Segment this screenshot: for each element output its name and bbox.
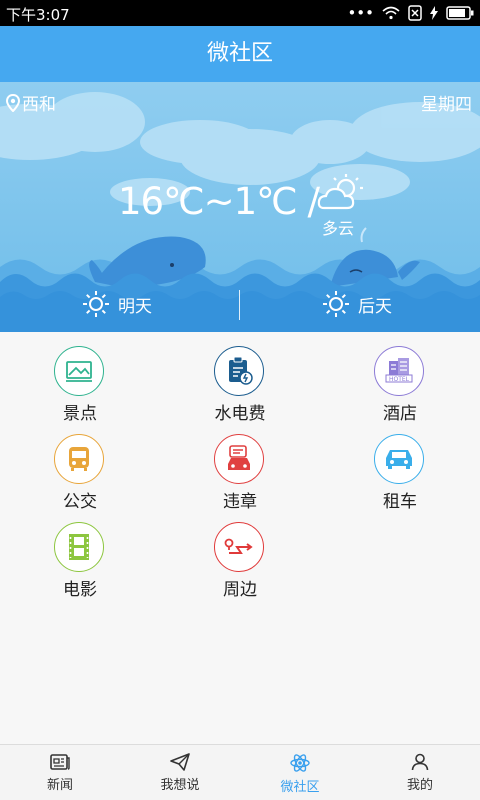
forecast-day-after[interactable]: 后天 <box>322 290 392 318</box>
nearby-icon <box>214 522 264 572</box>
violation-icon <box>214 434 264 484</box>
nav-community[interactable]: 微社区 <box>240 745 360 800</box>
nav-label: 新闻 <box>46 778 73 793</box>
service-label: 周边 <box>223 580 257 600</box>
wifi-icon <box>382 6 400 20</box>
user-icon <box>411 753 429 771</box>
nav-label: 微社区 <box>280 780 320 795</box>
nav-label: 我的 <box>406 778 433 793</box>
news-icon <box>50 754 70 770</box>
bus-icon <box>54 434 104 484</box>
service-utility-bill[interactable]: 水电费 <box>160 332 320 424</box>
no-sim-icon <box>408 5 422 21</box>
location-pin-icon <box>6 93 20 112</box>
status-bar: 下午3:07 ••• <box>0 0 480 26</box>
service-label: 租车 <box>383 492 417 512</box>
forecast-divider <box>239 290 240 320</box>
service-movie[interactable]: 电影 <box>0 508 160 600</box>
svg-text:HOTEL: HOTEL <box>389 376 410 383</box>
page-title: 微社区 <box>206 41 273 66</box>
status-time: 下午3:07 <box>6 6 70 24</box>
nav-label: 我想说 <box>160 778 200 793</box>
bottom-nav: 新闻 我想说 微社区 我的 <box>0 744 480 800</box>
forecast-tomorrow[interactable]: 明天 <box>82 290 152 318</box>
sun-icon <box>83 291 109 317</box>
location[interactable]: 西和 <box>6 90 56 115</box>
sun-icon <box>323 291 349 317</box>
nav-post[interactable]: 我想说 <box>120 745 240 800</box>
partly-cloudy-icon <box>317 174 363 210</box>
service-hotel[interactable]: HOTEL 酒店 <box>320 332 480 424</box>
temperature-range: 16℃~1℃ / <box>118 180 320 223</box>
battery-icon <box>446 6 474 20</box>
nav-profile[interactable]: 我的 <box>360 745 480 800</box>
service-scenery[interactable]: 景点 <box>0 332 160 424</box>
hotel-icon: HOTEL <box>374 346 424 396</box>
nav-news[interactable]: 新闻 <box>0 745 120 800</box>
atom-icon <box>290 754 310 772</box>
weather-condition: 多云 <box>322 219 355 238</box>
forecast-label: 后天 <box>358 296 392 317</box>
send-icon <box>170 753 190 771</box>
service-nearby[interactable]: 周边 <box>160 508 320 600</box>
scenery-icon <box>54 346 104 396</box>
service-label: 电影 <box>63 580 97 600</box>
film-icon <box>54 522 104 572</box>
service-car-rental[interactable]: 租车 <box>320 420 480 512</box>
weekday: 星期四 <box>421 95 472 115</box>
dots-icon: ••• <box>347 4 374 22</box>
location-label: 西和 <box>22 95 56 115</box>
car-icon <box>374 434 424 484</box>
service-violation[interactable]: 违章 <box>160 420 320 512</box>
forecast-label: 明天 <box>118 296 152 317</box>
charging-icon <box>430 6 438 20</box>
weather-panel: 西和 星期四 16℃~1℃ / 多云 明天 后天 <box>0 82 480 332</box>
service-bus[interactable]: 公交 <box>0 420 160 512</box>
app-header: 微社区 <box>0 26 480 82</box>
bill-icon <box>214 346 264 396</box>
status-icons: ••• <box>347 4 474 22</box>
